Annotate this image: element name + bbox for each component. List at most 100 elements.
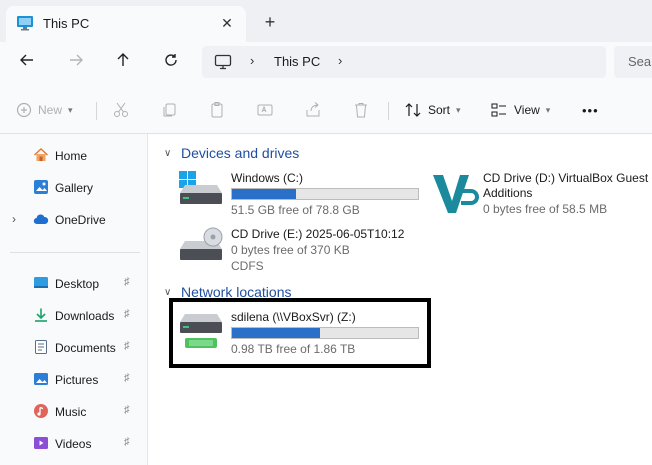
sidebar-item-downloads[interactable]: Downloads ♯ xyxy=(0,302,148,330)
content-pane: ∨ Devices and drives Windows (C:) 51.5 G… xyxy=(149,134,652,465)
pin-icon[interactable]: ♯ xyxy=(124,372,130,384)
rename-button[interactable] xyxy=(256,98,274,122)
address-bar[interactable]: › This PC › xyxy=(202,46,606,78)
sidebar-item-label: Videos xyxy=(55,437,92,451)
sidebar-item-label: Desktop xyxy=(55,277,100,291)
drive-windows-c[interactable]: Windows (C:) 51.5 GB free of 78.8 GB xyxy=(179,171,429,217)
view-label: View xyxy=(514,103,540,117)
cut-button[interactable] xyxy=(112,98,130,122)
arrow-right-icon xyxy=(70,54,83,66)
pictures-icon xyxy=(33,371,49,387)
pin-icon[interactable]: ♯ xyxy=(124,436,130,448)
arrow-left-icon xyxy=(20,54,33,66)
copy-button[interactable] xyxy=(160,98,178,122)
cloud-icon xyxy=(33,211,49,227)
delete-button[interactable] xyxy=(352,98,370,122)
breadcrumb-this-pc[interactable]: This PC xyxy=(274,54,320,69)
storage-usage-fill xyxy=(232,189,297,199)
drive-free-space: 0 bytes free of 58.5 MB xyxy=(483,202,608,216)
title-bar: This PC ✕ + xyxy=(0,0,652,42)
breadcrumb-separator: › xyxy=(250,53,255,68)
close-tab-icon[interactable]: ✕ xyxy=(218,14,236,32)
view-icon xyxy=(491,103,506,117)
rename-icon xyxy=(257,104,273,116)
sidebar-item-label: Home xyxy=(55,149,88,163)
view-button[interactable]: View ▾ xyxy=(490,98,550,122)
clipboard-icon xyxy=(211,102,223,118)
drive-name-continued: Additions xyxy=(483,186,533,200)
search-input[interactable]: Sea xyxy=(614,46,652,78)
drive-free-space: 0 bytes free of 370 KB xyxy=(231,243,350,257)
sidebar-item-label: OneDrive xyxy=(55,213,106,227)
videos-icon xyxy=(33,435,49,451)
desktop-icon xyxy=(33,275,49,291)
chevron-down-icon: ▾ xyxy=(545,104,551,115)
drive-cd-e[interactable]: CD Drive (E:) 2025-06-05T10:12 0 bytes f… xyxy=(179,227,429,275)
share-button[interactable] xyxy=(304,98,322,122)
plus-circle-icon xyxy=(16,102,32,118)
sidebar-divider xyxy=(10,252,140,253)
more-options-button[interactable]: ••• xyxy=(582,98,599,122)
sidebar-item-label: Documents xyxy=(55,341,116,355)
selection-highlight-box xyxy=(169,298,431,368)
address-row: › This PC › Sea xyxy=(0,42,652,86)
pin-icon[interactable]: ♯ xyxy=(124,340,130,352)
pin-icon[interactable]: ♯ xyxy=(124,276,130,288)
chevron-right-icon[interactable]: › xyxy=(12,212,16,226)
toolbar-divider xyxy=(96,102,97,120)
tab-this-pc[interactable]: This PC ✕ xyxy=(6,6,246,42)
pin-icon[interactable]: ♯ xyxy=(124,308,130,320)
storage-usage-bar xyxy=(231,188,419,200)
forward-button[interactable] xyxy=(65,52,87,74)
hard-drive-windows-icon xyxy=(179,171,225,210)
sidebar-item-label: Downloads xyxy=(55,309,115,323)
back-button[interactable] xyxy=(16,52,38,74)
drive-name: CD Drive (E:) 2025-06-05T10:12 xyxy=(231,227,405,241)
sidebar-item-documents[interactable]: Documents ♯ xyxy=(0,334,148,362)
sort-label: Sort xyxy=(428,103,451,117)
pin-icon[interactable]: ♯ xyxy=(124,404,130,416)
cd-drive-icon xyxy=(179,227,225,270)
group-title: Devices and drives xyxy=(181,145,300,161)
chevron-down-icon: ▾ xyxy=(68,104,73,115)
sidebar-item-pictures[interactable]: Pictures ♯ xyxy=(0,366,148,394)
sidebar-item-videos[interactable]: Videos ♯ xyxy=(0,430,148,458)
computer-icon xyxy=(214,54,232,73)
navigation-pane: Home Gallery › OneDrive Desktop ♯ Downlo… xyxy=(0,134,148,465)
sort-icon xyxy=(405,103,421,117)
refresh-icon xyxy=(165,54,177,66)
refresh-button[interactable] xyxy=(160,52,182,74)
chevron-down-icon: ∨ xyxy=(164,287,172,298)
documents-icon xyxy=(33,339,49,355)
sidebar-item-gallery[interactable]: Gallery xyxy=(0,174,148,202)
breadcrumb-chevron[interactable]: › xyxy=(338,53,342,68)
gallery-icon xyxy=(33,179,49,195)
download-icon xyxy=(33,307,49,323)
drive-name: Windows (C:) xyxy=(231,171,304,185)
search-placeholder: Sea xyxy=(628,54,652,69)
copy-icon xyxy=(163,103,176,117)
scissors-icon xyxy=(114,102,128,117)
toolbar-divider xyxy=(388,102,389,120)
sidebar-item-home[interactable]: Home xyxy=(0,142,148,170)
new-button[interactable]: New ▾ xyxy=(16,98,73,122)
new-label: New xyxy=(38,103,63,117)
music-icon xyxy=(33,403,49,419)
new-tab-button[interactable]: + xyxy=(260,12,280,32)
sidebar-item-label: Gallery xyxy=(55,181,94,195)
sort-button[interactable]: Sort ▾ xyxy=(404,98,461,122)
sidebar-item-onedrive[interactable]: › OneDrive xyxy=(0,206,148,234)
sidebar-item-music[interactable]: Music ♯ xyxy=(0,398,148,426)
up-button[interactable] xyxy=(112,52,134,74)
virtualbox-logo-icon xyxy=(431,171,481,220)
drive-name: CD Drive (D:) VirtualBox Guest xyxy=(483,171,649,185)
chevron-down-icon: ∨ xyxy=(164,148,172,159)
share-icon xyxy=(306,102,320,117)
sidebar-item-desktop[interactable]: Desktop ♯ xyxy=(0,270,148,298)
drive-cd-d[interactable]: CD Drive (D:) VirtualBox Guest Additions… xyxy=(431,171,651,217)
arrow-up-icon xyxy=(117,53,129,66)
paste-button[interactable] xyxy=(208,98,226,122)
drive-free-space: 51.5 GB free of 78.8 GB xyxy=(231,203,360,217)
monitor-icon xyxy=(16,15,34,34)
drive-filesystem: CDFS xyxy=(231,259,264,273)
